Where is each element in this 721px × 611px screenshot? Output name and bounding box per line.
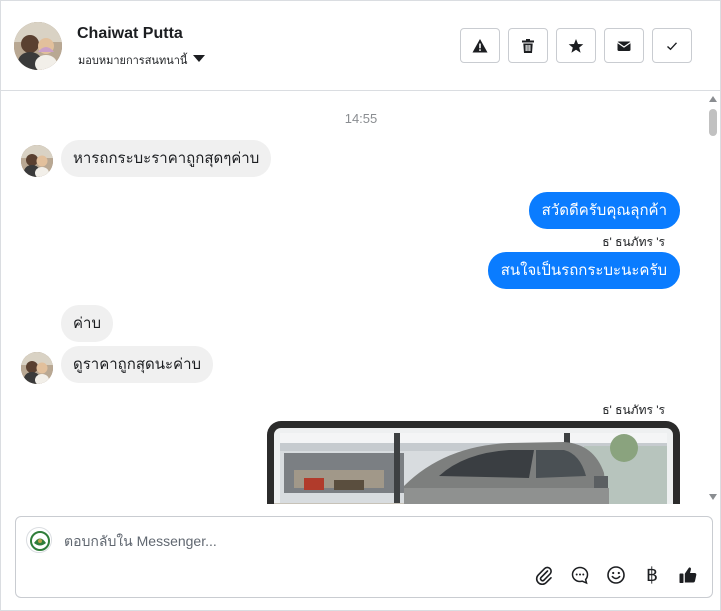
incoming-message[interactable]: ค่าบ <box>61 305 113 342</box>
mark-unread-button[interactable] <box>604 28 644 63</box>
message-thread[interactable]: 14:55 หารถกระบะราคาถูกสุดๆค่าบ สวัดดีครั… <box>1 92 709 504</box>
chevron-down-icon <box>193 54 206 62</box>
warning-icon <box>472 38 488 52</box>
star-button[interactable] <box>556 28 596 63</box>
payment-button[interactable]: ฿ <box>640 563 664 587</box>
emoji-button[interactable] <box>604 563 628 587</box>
photo-attachment[interactable] <box>267 421 680 504</box>
thread-scrollbar[interactable] <box>707 92 719 504</box>
star-icon <box>568 38 584 53</box>
scroll-down-arrow-icon[interactable] <box>709 494 717 500</box>
chat-bubble-icon <box>571 566 589 585</box>
contact-avatar-small <box>21 352 53 384</box>
attach-button[interactable] <box>532 563 556 587</box>
scrollbar-thumb[interactable] <box>709 109 717 136</box>
page-logo <box>26 527 52 553</box>
reply-composer: ฿ <box>15 516 713 598</box>
baht-icon: ฿ <box>645 564 659 586</box>
contact-avatar-small <box>21 145 53 177</box>
contact-name[interactable]: Chaiwat Putta <box>77 25 183 43</box>
reply-input[interactable] <box>64 531 664 551</box>
message-timestamp: 14:55 <box>344 111 378 126</box>
contact-avatar[interactable] <box>14 22 62 70</box>
incoming-message[interactable]: ดูราคาถูกสุดนะค่าบ <box>61 346 214 383</box>
incoming-message[interactable]: หารถกระบะราคาถูกสุดๆค่าบ <box>61 140 272 177</box>
like-button[interactable] <box>676 563 700 587</box>
truck-photo <box>274 428 673 504</box>
sender-name: ธ' ธนภัทร 'ร <box>602 235 665 249</box>
paperclip-icon <box>535 566 552 585</box>
outgoing-message[interactable]: สนใจเป็นรถกระบะนะครับ <box>487 252 680 289</box>
messenger-panel: Chaiwat Putta มอบหมายการสนทนานี้ 14:55 ห… <box>0 0 721 611</box>
scroll-up-arrow-icon[interactable] <box>709 96 717 102</box>
thumbs-up-icon <box>679 567 697 583</box>
envelope-icon <box>617 41 631 51</box>
assign-label: มอบหมายการสนทนานี้ <box>78 55 188 67</box>
saved-replies-button[interactable] <box>568 563 592 587</box>
header-actions <box>460 28 692 63</box>
conversation-header: Chaiwat Putta มอบหมายการสนทนานี้ <box>1 1 720 91</box>
sender-name: ธ' ธนภัทร 'ร <box>602 403 665 417</box>
check-icon <box>667 41 678 50</box>
spam-button[interactable] <box>460 28 500 63</box>
outgoing-message[interactable]: สวัดดีครับคุณลุกค้า <box>528 192 680 229</box>
mark-done-button[interactable] <box>652 28 692 63</box>
smiley-icon <box>607 566 625 584</box>
delete-button[interactable] <box>508 28 548 63</box>
trash-icon <box>522 38 534 53</box>
composer-tools: ฿ <box>532 563 700 587</box>
assign-conversation-dropdown[interactable]: มอบหมายการสนทนานี้ <box>78 51 206 69</box>
